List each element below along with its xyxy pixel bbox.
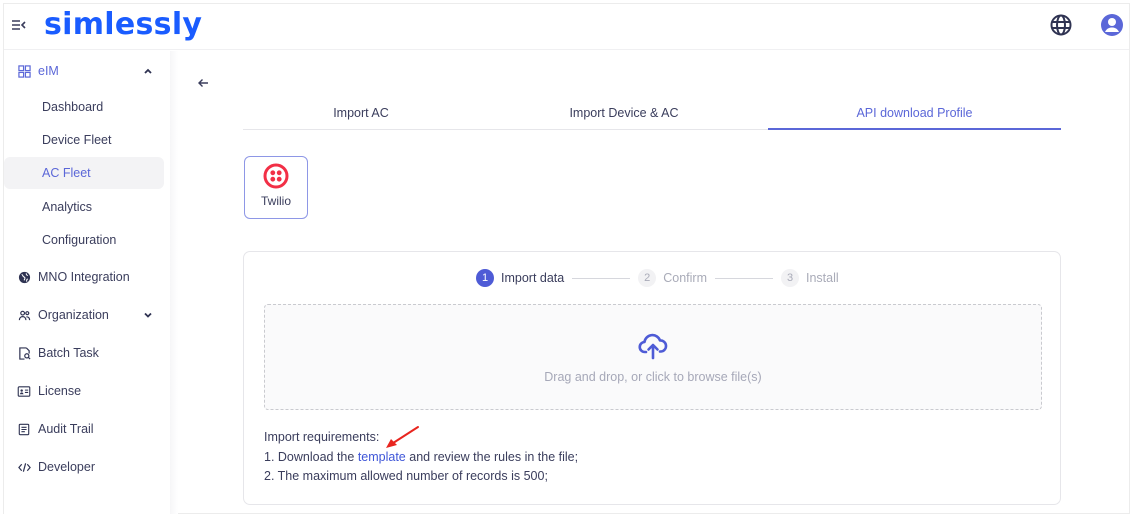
twilio-logo-icon — [263, 163, 289, 189]
tab-bar: Import AC Import Device & AC API downloa… — [243, 100, 1061, 130]
step-2-number: 2 — [638, 269, 657, 287]
sidebar-item-organization[interactable]: Organization — [4, 300, 164, 330]
arrow-left-icon[interactable] — [196, 76, 210, 90]
sidebar: eIM Dashboard Device Fleet AC Fleet Anal… — [4, 51, 170, 514]
sidebar-item-label: License — [38, 384, 82, 398]
menu-collapse-icon[interactable] — [10, 16, 28, 34]
import-card: 1 Import data 2 Confirm 3 Install Drag a… — [243, 251, 1061, 505]
sidebar-group-eim[interactable]: eIM — [4, 56, 164, 86]
tab-import-device-ac[interactable]: Import Device & AC — [506, 100, 742, 130]
code-icon — [17, 460, 31, 474]
sidebar-item-audit-trail[interactable]: Audit Trail — [4, 414, 164, 444]
requirement-text: 1. Download the — [264, 449, 358, 464]
tab-import-ac[interactable]: Import AC — [243, 100, 479, 130]
step-1-label: Import data — [501, 271, 565, 285]
requirement-text: and review the rules in the file; — [405, 449, 579, 464]
sidebar-item-device-fleet[interactable]: Device Fleet — [4, 124, 164, 156]
file-search-icon — [17, 346, 31, 360]
sidebar-item-license[interactable]: License — [4, 376, 164, 406]
requirements-title: Import requirements: — [264, 430, 380, 444]
sidebar-item-configuration[interactable]: Configuration — [4, 224, 164, 256]
grid-icon — [17, 64, 31, 78]
requirement-2: 2. The maximum allowed number of records… — [264, 469, 548, 483]
sidebar-item-label: Audit Trail — [38, 422, 94, 436]
sidebar-divider — [170, 51, 178, 514]
sidebar-item-label: Organization — [38, 308, 109, 322]
sidebar-item-label: Developer — [38, 460, 95, 474]
sidebar-item-label: Configuration — [42, 233, 117, 247]
dropzone-hint: Drag and drop, or click to browse file(s… — [544, 370, 762, 384]
sidebar-item-analytics[interactable]: Analytics — [4, 191, 164, 223]
sidebar-item-mno-integration[interactable]: MNO Integration — [4, 262, 164, 292]
sidebar-item-label: AC Fleet — [42, 166, 91, 180]
user-circle-icon[interactable] — [1100, 13, 1124, 37]
provider-twilio[interactable]: Twilio — [244, 156, 308, 219]
step-3-label: Install — [806, 271, 839, 285]
tab-api-download-profile[interactable]: API download Profile — [768, 100, 1061, 130]
brand-logo[interactable]: simlessly — [44, 4, 202, 46]
globe-icon[interactable] — [1049, 13, 1073, 37]
sidebar-item-label: Analytics — [42, 200, 93, 214]
top-bar: simlessly — [4, 4, 1129, 50]
id-card-icon — [17, 384, 31, 398]
file-dropzone[interactable]: Drag and drop, or click to browse file(s… — [264, 304, 1042, 410]
chevron-up-icon[interactable] — [142, 65, 154, 77]
template-link[interactable]: template — [358, 450, 406, 464]
chevron-down-icon[interactable] — [142, 309, 154, 321]
step-connector — [572, 277, 631, 279]
import-requirements: Import requirements: 1. Download the tem… — [264, 428, 578, 487]
provider-label: Twilio — [260, 194, 291, 208]
users-icon — [17, 308, 31, 322]
sidebar-item-label: MNO Integration — [38, 270, 130, 284]
sidebar-item-label: Batch Task — [38, 346, 99, 360]
app-window: simlessly eIM Dashboard Device Fleet AC … — [3, 3, 1130, 514]
sidebar-item-developer[interactable]: Developer — [4, 452, 164, 482]
step-connector — [715, 277, 773, 279]
sidebar-item-label: Dashboard — [42, 100, 104, 114]
sidebar-item-dashboard[interactable]: Dashboard — [4, 91, 164, 123]
sidebar-item-label: Device Fleet — [42, 133, 112, 147]
globe-icon — [17, 270, 31, 284]
sidebar-item-ac-fleet[interactable]: AC Fleet — [4, 157, 164, 189]
sidebar-item-batch-task[interactable]: Batch Task — [4, 338, 164, 368]
document-list-icon — [17, 422, 31, 436]
stepper: 1 Import data 2 Confirm 3 Install — [476, 268, 839, 288]
step-3-number: 3 — [781, 269, 799, 287]
cloud-upload-icon — [638, 333, 668, 360]
step-2-label: Confirm — [663, 271, 707, 285]
step-1-number: 1 — [476, 269, 494, 287]
sidebar-group-label: eIM — [38, 64, 59, 78]
requirement-1: 1. Download the template and review the … — [264, 448, 578, 468]
